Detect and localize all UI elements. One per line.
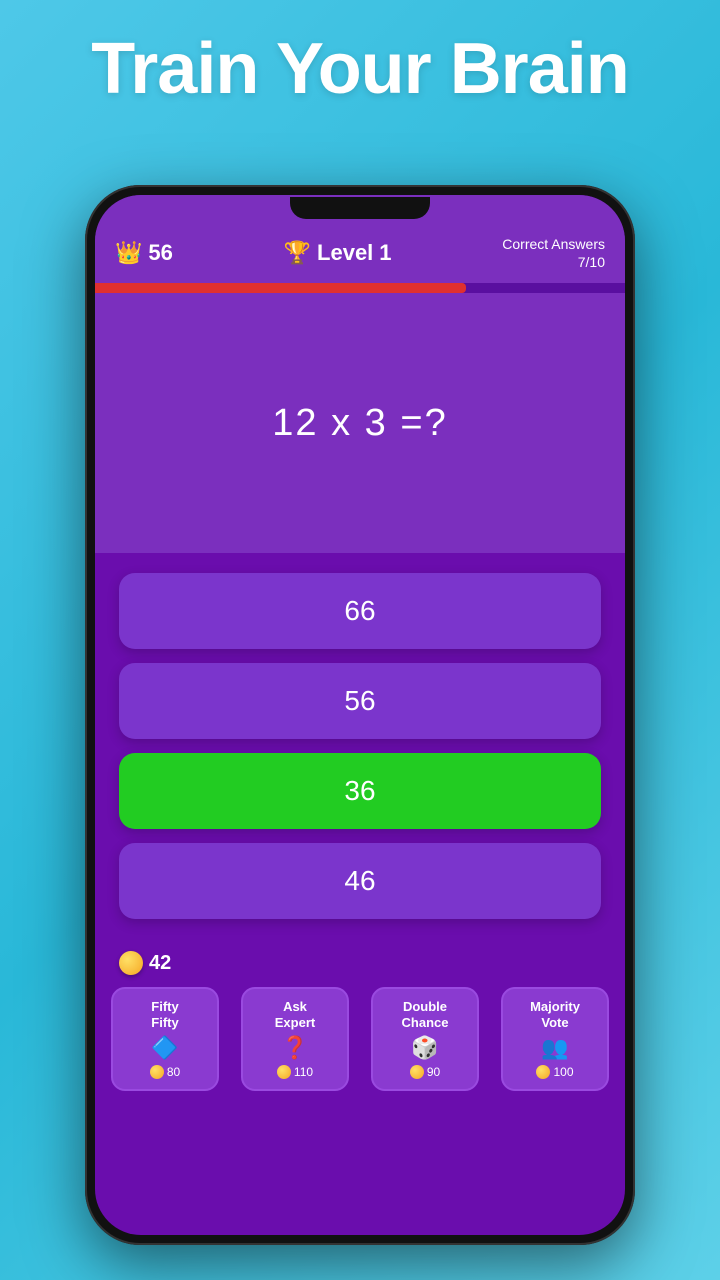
- powerup-fifty-fifty-label: FiftyFifty: [151, 999, 178, 1030]
- question-text: 12 x 3 =?: [272, 402, 447, 445]
- powerup-ask-expert[interactable]: AskExpert ❓ 110: [241, 987, 349, 1090]
- powerup-coin-icon: [150, 1065, 164, 1079]
- progress-bar-container: [95, 283, 625, 293]
- powerup-fifty-fifty-cost: 80: [150, 1065, 180, 1079]
- double-chance-cost-value: 90: [427, 1065, 440, 1079]
- powerup-double-chance-label: DoubleChance: [402, 999, 449, 1030]
- level-number: 1: [379, 240, 391, 266]
- crown-icon: 👑: [115, 240, 142, 266]
- powerups-bar: FiftyFifty 🔷 80 AskExpert ❓ 110 DoubleCh…: [95, 983, 625, 1110]
- answer-option-2[interactable]: 56: [119, 663, 601, 739]
- powerup-fifty-fifty[interactable]: FiftyFifty 🔷 80: [111, 987, 219, 1090]
- progress-bar-fill: [95, 283, 466, 293]
- majority-vote-cost-value: 100: [553, 1065, 573, 1079]
- correct-answers-label: Correct Answers: [502, 236, 605, 252]
- majority-vote-icon: 👥: [541, 1035, 568, 1061]
- double-chance-icon: 🎲: [411, 1035, 438, 1061]
- page-headline: Train Your Brain: [0, 30, 720, 109]
- powerup-double-chance-cost: 90: [410, 1065, 440, 1079]
- correct-answers-display: Correct Answers 7/10: [502, 235, 605, 271]
- powerup-majority-vote-cost: 100: [536, 1065, 573, 1079]
- powerup-coin-icon-2: [277, 1065, 291, 1079]
- level-label: Level: [317, 240, 373, 266]
- question-area: 12 x 3 =?: [95, 293, 625, 553]
- powerup-majority-vote-label: MajorityVote: [530, 999, 580, 1030]
- score-value: 56: [148, 240, 172, 266]
- ask-expert-icon: ❓: [281, 1035, 308, 1061]
- powerup-ask-expert-cost: 110: [277, 1065, 313, 1079]
- correct-answers-value: 7/10: [578, 254, 605, 270]
- powerup-double-chance[interactable]: DoubleChance 🎲 90: [371, 987, 479, 1090]
- coins-amount: 42: [149, 952, 171, 975]
- star-icon: 🏆: [284, 240, 311, 266]
- fifty-fifty-icon: 🔷: [151, 1035, 178, 1061]
- fifty-fifty-cost-value: 80: [167, 1065, 180, 1079]
- phone-notch: [290, 197, 430, 219]
- answer-option-1[interactable]: 66: [119, 573, 601, 649]
- powerup-coin-icon-4: [536, 1065, 550, 1079]
- powerup-coin-icon-3: [410, 1065, 424, 1079]
- answer-option-4[interactable]: 46: [119, 843, 601, 919]
- phone-screen: 👑 56 🏆 Level 1 Correct Answers 7/10 12 x…: [95, 195, 625, 1235]
- powerup-ask-expert-label: AskExpert: [275, 999, 315, 1030]
- ask-expert-cost-value: 110: [294, 1065, 313, 1079]
- coins-row: 42: [95, 939, 625, 983]
- phone-shell: 👑 56 🏆 Level 1 Correct Answers 7/10 12 x…: [85, 185, 635, 1245]
- score-display: 👑 56: [115, 240, 173, 266]
- answer-option-3[interactable]: 36: [119, 753, 601, 829]
- level-display: 🏆 Level 1: [284, 240, 392, 266]
- coin-icon: [119, 951, 143, 975]
- answers-area: 66 56 36 46: [95, 553, 625, 939]
- powerup-majority-vote[interactable]: MajorityVote 👥 100: [501, 987, 609, 1090]
